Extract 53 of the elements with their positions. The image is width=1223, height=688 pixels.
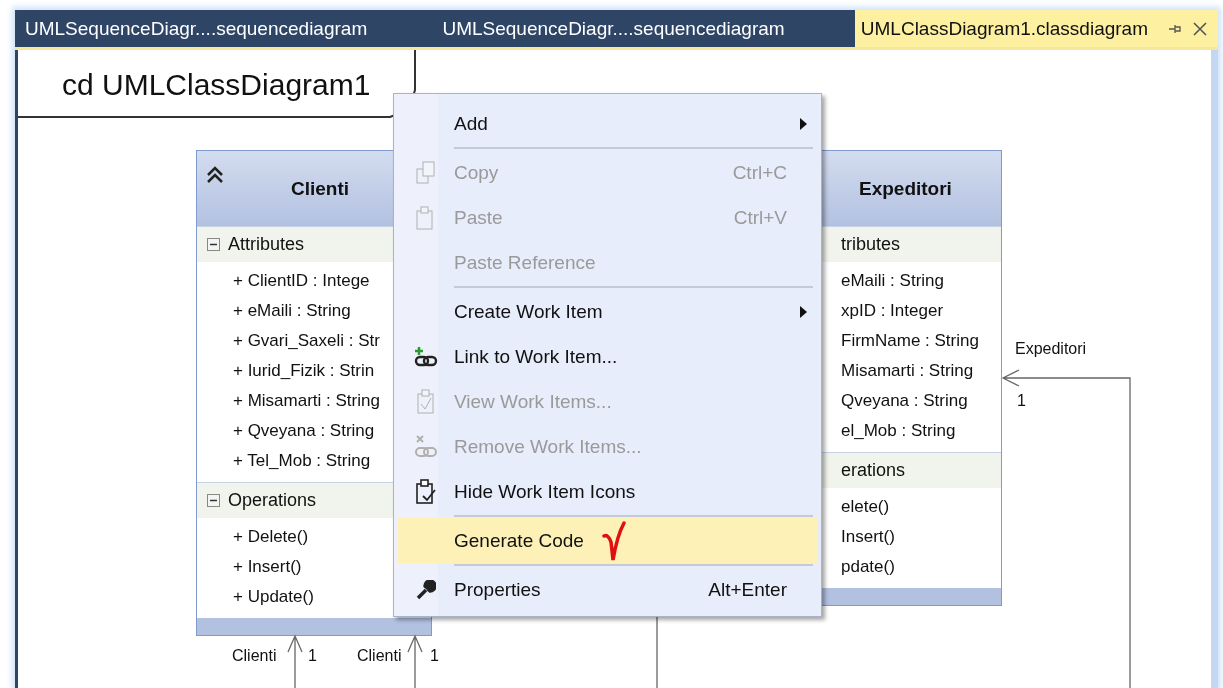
class-member: eMaili : String (841, 270, 944, 292)
compartment-title: erations (841, 460, 906, 481)
check-mark-icon (601, 519, 626, 562)
class-name: Clienti (291, 177, 350, 200)
role-label: Clienti (357, 647, 402, 665)
class-member: + Iurid_Fizik : Strin (233, 360, 375, 382)
class-member: + Insert() (233, 556, 302, 578)
class-member: pdate() (841, 556, 895, 578)
class-member: xpID : Integer (841, 300, 944, 322)
association-arrow[interactable] (1001, 369, 1131, 688)
clipboard-icon (416, 205, 436, 230)
link-remove-icon (414, 434, 438, 459)
class-member: + ClientID : Intege (233, 270, 370, 292)
class-member: Misamarti : String (841, 360, 974, 382)
menu-item[interactable]: Generate Code (398, 518, 817, 563)
document-tab[interactable]: UMLSequenceDiagr....sequencediagram (15, 10, 428, 47)
class-member: + eMaili : String (233, 300, 351, 322)
close-icon[interactable] (1192, 20, 1208, 37)
document-tab[interactable]: UMLSequenceDiagr....sequencediagram (427, 10, 855, 47)
class-member: elete() (841, 496, 890, 518)
clipboard-check-icon (415, 478, 437, 505)
class-member: el_Mob : String (841, 420, 956, 442)
role-label: Expeditori (1015, 340, 1087, 358)
class-member: FirmName : String (841, 330, 979, 352)
association-arrow[interactable] (287, 634, 303, 688)
compartment-title: Attributes (228, 234, 305, 255)
compartment-title: tributes (841, 234, 901, 255)
copy-icon (416, 160, 436, 185)
collapse-toggle-icon[interactable] (207, 238, 220, 251)
menu-item[interactable]: Add (398, 101, 817, 146)
collapse-chevron-icon[interactable] (205, 165, 225, 185)
multiplicity-label: 1 (430, 647, 439, 665)
class-member: Qveyana : String (841, 390, 968, 412)
multiplicity-label: 1 (1017, 392, 1026, 410)
class-member: Insert() (841, 526, 895, 548)
clipboard-check-icon (416, 388, 436, 415)
class-member: + Delete() (233, 526, 309, 548)
multiplicity-label: 1 (308, 647, 317, 665)
association-arrow[interactable] (407, 634, 423, 688)
class-member: + Misamarti : String (233, 390, 380, 412)
link-add-icon (414, 345, 438, 368)
class-name: Expeditori (859, 177, 952, 200)
submenu-arrow-icon (799, 117, 807, 130)
role-label: Clienti (232, 647, 277, 665)
class-member: + Gvari_Saxeli : Str (233, 330, 380, 352)
document-tab[interactable]: UMLClassDiagram1.classdiagram (854, 10, 1218, 47)
class-member: + Tel_Mob : String (233, 450, 371, 472)
compartment-title: Operations (228, 490, 317, 511)
class-member: + Qveyana : String (233, 420, 375, 442)
diagram-title: cd UMLClassDiagram1 (62, 68, 371, 102)
collapse-toggle-icon[interactable] (207, 494, 220, 507)
class-member: + Update() (233, 586, 314, 608)
submenu-arrow-icon (799, 305, 807, 318)
